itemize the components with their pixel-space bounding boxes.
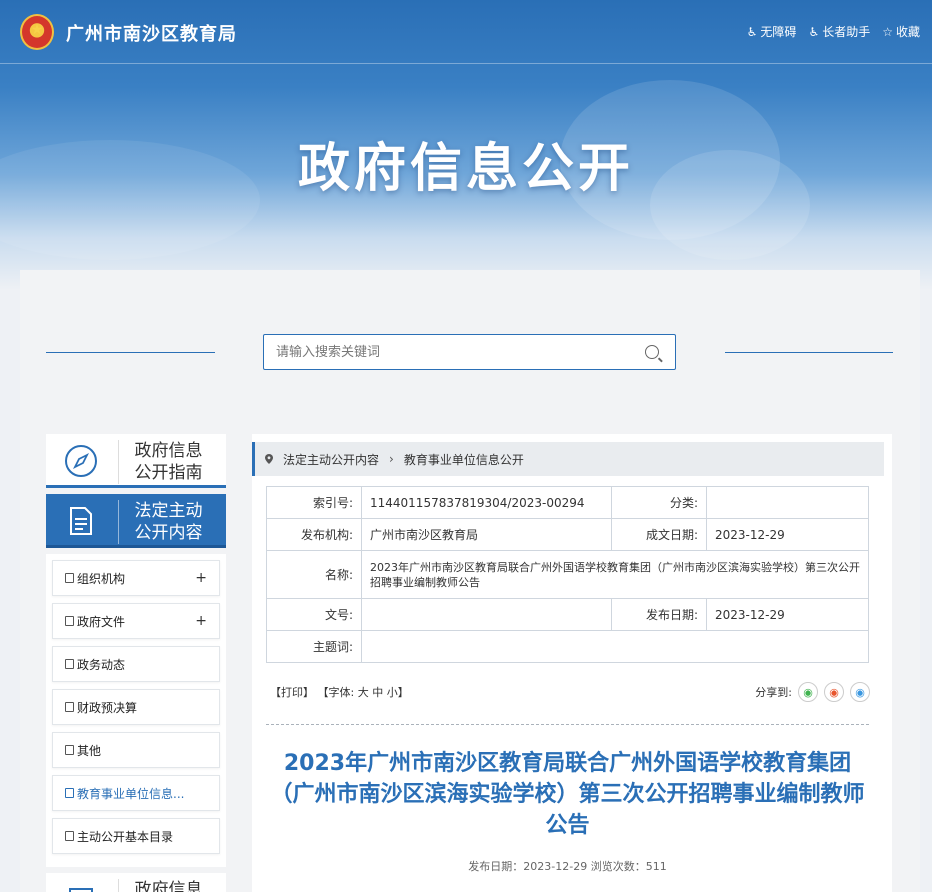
document-icon — [70, 507, 92, 535]
created-value: 2023-12-29 — [706, 518, 869, 551]
sidebar: 政府信息 公开指南 法定主动 公开内容 组织机构 + 政府文件 + 政务动态 财政预… — [46, 434, 226, 892]
info-table: 索引号: 114401157837819304/2023-00294 分类: 发… — [266, 486, 869, 663]
font-large-button[interactable]: 大 — [358, 686, 369, 699]
sidebar-item-label: 其他 — [77, 743, 102, 758]
content-area: 政府信息 公开指南 法定主动 公开内容 组织机构 + 政府文件 + 政务动态 财政预… — [20, 270, 920, 892]
info-line1: 政府信息 — [134, 880, 203, 892]
elder-assistant-link[interactable]: ♿ 长者助手 — [808, 23, 870, 40]
sidebar-item-label: 教育事业单位信息... — [77, 786, 185, 801]
docno-label: 文号: — [266, 598, 362, 631]
elder-label: 长者助手 — [822, 25, 871, 39]
expand-icon[interactable]: + — [195, 570, 207, 586]
mandatory-line1: 法定主动 — [134, 501, 203, 521]
star-icon: ☆ — [882, 24, 893, 39]
mandatory-line2: 公开内容 — [134, 523, 203, 543]
pubdate-value: 2023-12-29 — [706, 598, 869, 631]
breadcrumb-item[interactable]: 教育事业单位信息公开 — [404, 451, 524, 468]
file-icon — [65, 659, 74, 669]
sidebar-item-organization[interactable]: 组织机构 + — [52, 560, 220, 596]
document-icon — [69, 888, 93, 892]
created-label: 成文日期: — [611, 518, 707, 551]
sidebar-item-budget[interactable]: 财政预决算 — [52, 689, 220, 725]
category-value — [706, 486, 869, 519]
name-value: 2023年广州市南沙区教育局联合广州外国语学校教育集团（广州市南沙区滨海实验学校… — [361, 550, 869, 599]
dashed-divider — [266, 724, 869, 725]
search-box — [263, 334, 676, 370]
sidebar-head-info-label: 政府信息 — [118, 879, 218, 892]
sidebar-head-guide-label: 政府信息 公开指南 — [118, 440, 218, 484]
hero-title: 政府信息公开 — [297, 139, 634, 199]
file-icon — [65, 745, 74, 755]
accessibility-icon: ♿ — [746, 24, 758, 39]
docno-value — [361, 598, 612, 631]
font-close-bracket: 】 — [397, 686, 409, 699]
article-title: 2023年广州市南沙区教育局联合广州外国语学校教育集团（广州市南沙区滨海实验学校… — [270, 751, 865, 838]
font-size-label: 【字体: — [317, 686, 355, 699]
sidebar-head-guide[interactable]: 政府信息 公开指南 — [46, 434, 226, 488]
divider-line — [725, 352, 893, 353]
sidebar-item-label: 政府文件 — [77, 614, 126, 629]
elder-icon: ♿ — [808, 24, 820, 39]
share-bar: 分享到: ◉ ◉ ◉ — [755, 682, 870, 702]
search-input[interactable] — [264, 335, 624, 369]
publisher-label: 发布机构: — [266, 518, 362, 551]
index-value: 114401157837819304/2023-00294 — [361, 486, 612, 519]
print-button[interactable]: 【打印】 — [270, 686, 314, 699]
pubdate-label: 发布日期: — [611, 598, 707, 631]
sidebar-item-label: 主动公开基本目录 — [77, 829, 174, 844]
index-label: 索引号: — [266, 486, 362, 519]
sidebar-head-mandatory[interactable]: 法定主动 公开内容 — [46, 494, 226, 548]
main-panel: 法定主动公开内容 › 教育事业单位信息公开 索引号: 1144011578378… — [252, 434, 892, 892]
divider-line — [46, 352, 215, 353]
sidebar-item-education-units[interactable]: 教育事业单位信息... — [52, 775, 220, 811]
guide-line1: 政府信息 — [134, 441, 203, 461]
breadcrumb: 法定主动公开内容 › 教育事业单位信息公开 — [252, 442, 884, 476]
sidebar-item-other[interactable]: 其他 — [52, 732, 220, 768]
file-icon — [65, 702, 74, 712]
article-tools: 【打印】 【字体: 大 中 小】 — [270, 684, 409, 700]
file-icon — [65, 788, 74, 798]
sidebar-item-news[interactable]: 政务动态 — [52, 646, 220, 682]
file-icon — [65, 573, 74, 583]
font-medium-button[interactable]: 中 — [372, 686, 383, 699]
site-title[interactable]: 广州市南沙区教育局 — [66, 20, 237, 46]
file-icon — [65, 616, 74, 626]
share-label: 分享到: — [755, 686, 792, 699]
national-emblem-icon: ★ — [20, 14, 54, 50]
top-links: ♿ 无障碍 ♿ 长者助手 ☆ 收藏 — [747, 23, 920, 40]
search-icon[interactable] — [645, 345, 659, 359]
sidebar-item-label: 政务动态 — [77, 657, 126, 672]
expand-icon[interactable]: + — [195, 613, 207, 629]
wechat-icon[interactable]: ◉ — [798, 682, 818, 702]
category-label: 分类: — [611, 486, 707, 519]
favorite-link[interactable]: ☆ 收藏 — [882, 23, 920, 40]
sidebar-item-documents[interactable]: 政府文件 + — [52, 603, 220, 639]
sidebar-submenu: 组织机构 + 政府文件 + 政务动态 财政预决算 其他 教育事业单位信息... 主动… — [46, 554, 226, 867]
location-pin-icon — [265, 454, 273, 464]
qq-icon[interactable]: ◉ — [850, 682, 870, 702]
breadcrumb-separator: › — [389, 452, 394, 466]
font-small-button[interactable]: 小 — [387, 686, 398, 699]
weibo-icon[interactable]: ◉ — [824, 682, 844, 702]
compass-icon — [65, 445, 97, 477]
top-bar: ★ 广州市南沙区教育局 ♿ 无障碍 ♿ 长者助手 ☆ 收藏 — [0, 0, 932, 64]
sidebar-item-catalog[interactable]: 主动公开基本目录 — [52, 818, 220, 854]
sidebar-head-mandatory-label: 法定主动 公开内容 — [118, 500, 218, 544]
file-icon — [65, 831, 74, 841]
guide-line2: 公开指南 — [134, 463, 203, 483]
sidebar-item-label: 组织机构 — [77, 571, 126, 586]
name-label: 名称: — [266, 550, 362, 599]
keywords-value — [361, 630, 869, 663]
favorite-label: 收藏 — [895, 25, 920, 39]
article-meta: 发布日期：2023-12-29 浏览次数：511 — [468, 860, 667, 873]
header-banner: ★ 广州市南沙区教育局 ♿ 无障碍 ♿ 长者助手 ☆ 收藏 政府信息公开 — [0, 0, 932, 290]
breadcrumb-item[interactable]: 法定主动公开内容 — [283, 451, 379, 468]
publisher-value: 广州市南沙区教育局 — [361, 518, 612, 551]
keywords-label: 主题词: — [266, 630, 362, 663]
accessibility-label: 无障碍 — [760, 25, 797, 39]
sidebar-item-label: 财政预决算 — [77, 700, 138, 715]
sidebar-head-info[interactable]: 政府信息 — [46, 873, 226, 892]
accessibility-link[interactable]: ♿ 无障碍 — [747, 23, 797, 40]
